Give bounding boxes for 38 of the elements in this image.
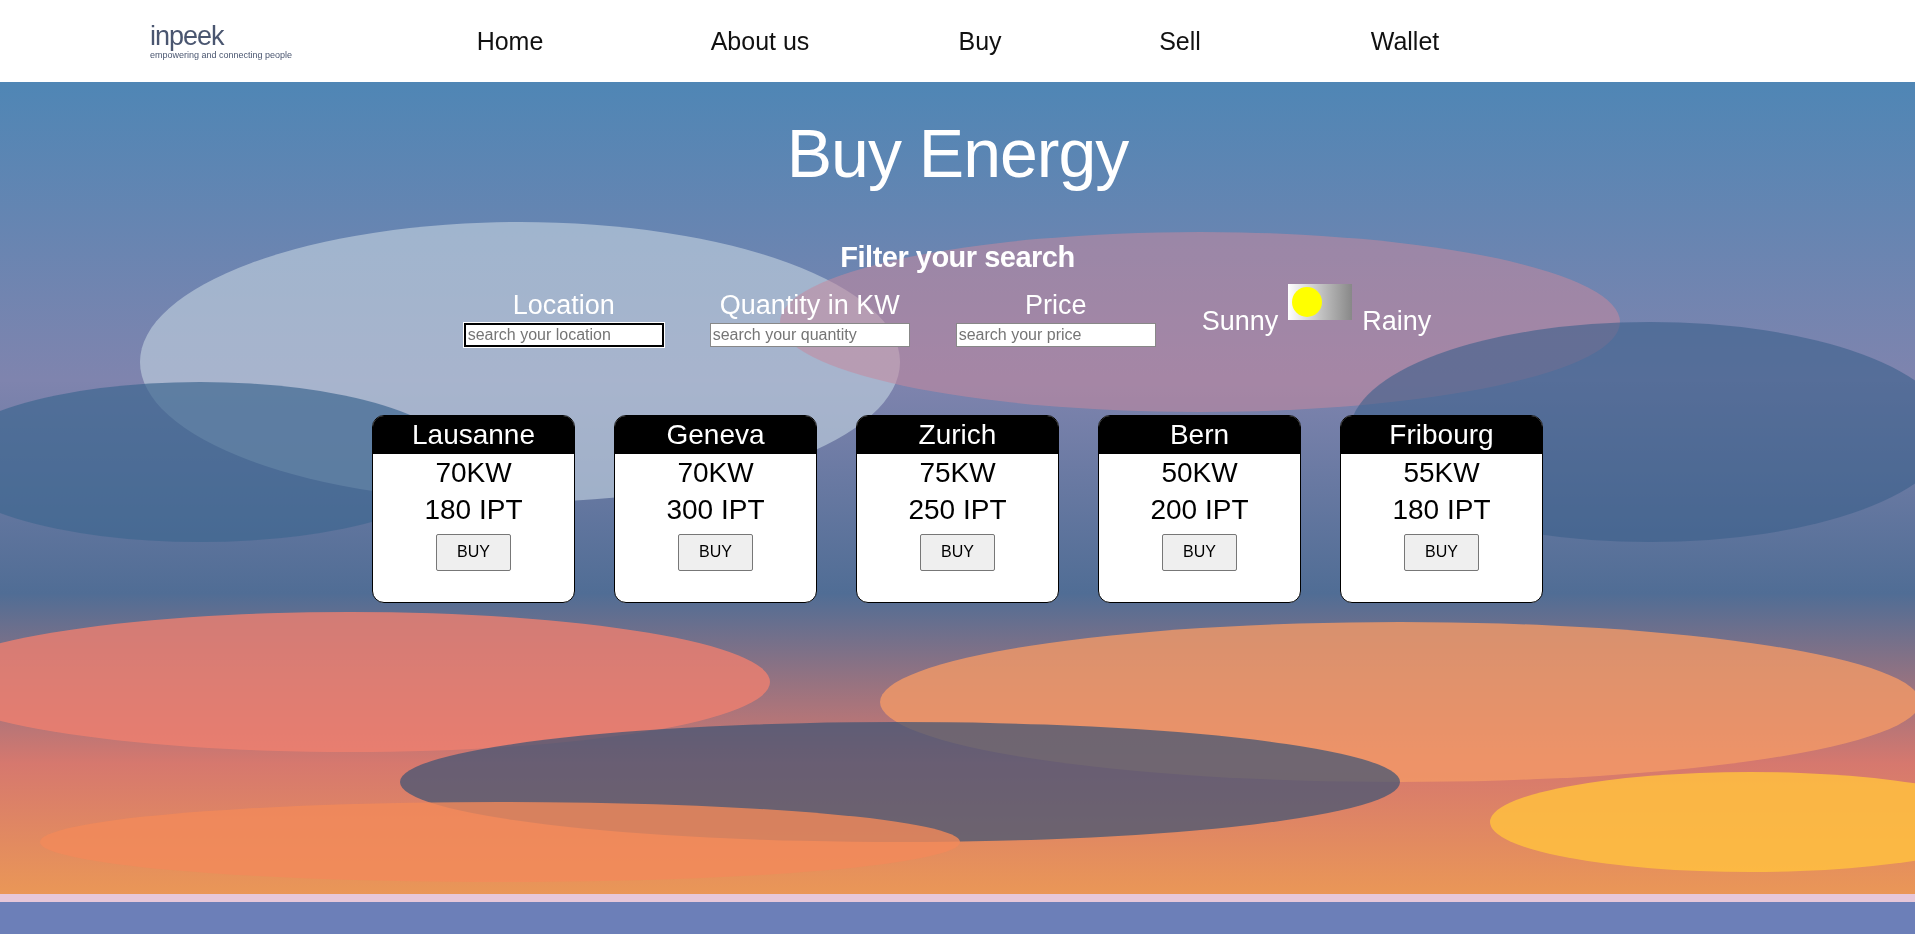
price-text: 180 IPT	[1392, 492, 1491, 527]
nav-link[interactable]: About us	[680, 26, 840, 56]
filter-label: Price	[1024, 289, 1087, 321]
price-text: 180 IPT	[424, 492, 523, 527]
city-name: Geneva	[615, 415, 816, 454]
city-name: Fribourg	[1341, 415, 1542, 454]
quantity-text: 55KW	[1403, 455, 1480, 490]
price-text: 200 IPT	[1150, 492, 1249, 527]
price-text: 300 IPT	[666, 492, 765, 527]
city-name: Lausanne	[373, 415, 574, 454]
nav-link[interactable]: Sell	[1130, 26, 1230, 56]
weather-toggle[interactable]	[1288, 283, 1353, 320]
city-name: Zurich	[857, 415, 1058, 454]
buy-button[interactable]: BUY	[436, 533, 511, 571]
price-text: 250 IPT	[908, 492, 1007, 527]
city-name: Bern	[1099, 415, 1300, 454]
buy-button[interactable]: BUY	[920, 533, 995, 571]
page-title: Buy Energy	[786, 116, 1129, 191]
filter-label: Quantity in KW	[719, 289, 900, 321]
search-field[interactable]: search your quantity	[709, 322, 910, 347]
toggle-label: Rainy	[1362, 305, 1432, 337]
quantity-text: 75KW	[919, 455, 996, 490]
filter-heading: Filter your search	[840, 240, 1075, 274]
toggle-knob[interactable]	[1292, 286, 1323, 317]
search-field[interactable]: search your location	[463, 322, 664, 347]
quantity-text: 50KW	[1161, 455, 1238, 490]
filter-label: Location	[512, 289, 615, 321]
logo-name: inpeek	[150, 22, 224, 50]
quantity-text: 70KW	[677, 455, 754, 490]
nav-link[interactable]: Home	[440, 26, 580, 56]
buy-button[interactable]: BUY	[1162, 533, 1237, 571]
nav-link[interactable]: Wallet	[1340, 26, 1470, 56]
search-field[interactable]: search your price	[955, 322, 1156, 347]
quantity-text: 70KW	[435, 455, 512, 490]
nav-link[interactable]: Buy	[930, 26, 1030, 56]
buy-button[interactable]: BUY	[1404, 533, 1479, 571]
toggle-label: Sunny	[1201, 305, 1279, 337]
buy-button[interactable]: BUY	[678, 533, 753, 571]
